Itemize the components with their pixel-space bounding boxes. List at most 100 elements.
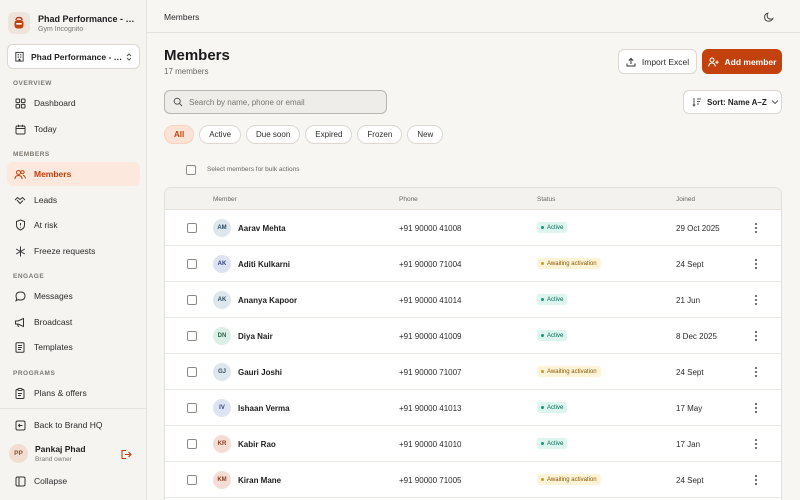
row-checkbox[interactable] <box>187 367 197 377</box>
kettlebell-logo-icon <box>8 12 30 34</box>
filter-chip-due-soon[interactable]: Due soon <box>246 125 301 144</box>
avatar: AK <box>213 291 231 309</box>
sidebar-item-members[interactable]: Members <box>7 162 140 186</box>
table-row[interactable]: IV Ishaan Verma +91 90000 41013 Active 17 Ma… <box>165 390 781 426</box>
snowflake-icon <box>14 245 26 257</box>
bulk-select-checkbox[interactable] <box>186 164 196 175</box>
gym-selector[interactable]: Phad Performance - Kothrud <box>7 44 140 69</box>
brand-header[interactable]: Phad Performance - Kothrud Gym Incognito <box>8 9 142 37</box>
sort-label: Sort: Name A–Z <box>707 97 767 107</box>
more-vertical-icon[interactable] <box>753 222 759 234</box>
user-role: Brand owner <box>35 455 72 463</box>
sidebar-item-dashboard[interactable]: Dashboard <box>7 91 140 115</box>
member-name[interactable]: Ishaan Verma <box>238 404 290 413</box>
calendar-icon <box>14 123 26 135</box>
status-label: Active <box>547 404 564 411</box>
more-vertical-icon[interactable] <box>753 258 759 270</box>
member-name[interactable]: Aditi Kulkarni <box>238 260 290 269</box>
table-row[interactable]: AK Ananya Kapoor +91 90000 41014 Active 21 J… <box>165 282 781 318</box>
grid-icon <box>14 97 26 109</box>
sidebar-item-label: Plans & offers <box>34 388 87 398</box>
member-name[interactable]: Diya Nair <box>238 332 273 341</box>
filter-chip-all[interactable]: All <box>164 125 195 144</box>
status-badge: Awaiting activation <box>537 474 601 485</box>
filter-chip-expired[interactable]: Expired <box>305 125 353 144</box>
sidebar-item-messages[interactable]: Messages <box>7 284 140 308</box>
row-checkbox[interactable] <box>187 439 197 449</box>
table-row[interactable]: AK Aditi Kulkarni +91 90000 71004 Awaiting … <box>165 246 781 282</box>
table-row[interactable]: AM Aarav Mehta +91 90000 41008 Active 29 Oct… <box>165 210 781 246</box>
sidebar-item-plans-offers[interactable]: Plans & offers <box>7 381 140 405</box>
sidebar-item-leads[interactable]: Leads <box>7 188 140 212</box>
status-badge: Active <box>537 402 568 413</box>
more-vertical-icon[interactable] <box>753 330 759 342</box>
member-name[interactable]: Kiran Mane <box>238 476 281 485</box>
logout-icon[interactable] <box>120 447 132 465</box>
sidebar-item-broadcast[interactable]: Broadcast <box>7 310 140 334</box>
sort-icon <box>692 97 702 107</box>
member-name[interactable]: Gauri Joshi <box>238 368 282 377</box>
row-checkbox[interactable] <box>187 223 197 233</box>
sidebar-item-at-risk[interactable]: At risk <box>7 213 140 237</box>
row-checkbox[interactable] <box>187 475 197 485</box>
sidebar-item-freeze-requests[interactable]: Freeze requests <box>7 239 140 263</box>
column-header-phone[interactable]: Phone <box>399 196 418 203</box>
sidebar-item-label: Members <box>34 169 72 179</box>
avatar: KM <box>213 471 231 489</box>
more-vertical-icon[interactable] <box>753 438 759 450</box>
status-badge: Awaiting activation <box>537 258 601 269</box>
back-to-brand-hq[interactable]: Back to Brand HQ <box>7 413 140 437</box>
topbar: Members <box>147 0 800 33</box>
sort-dropdown[interactable]: Sort: Name A–Z <box>683 90 782 114</box>
column-header-joined[interactable]: Joined <box>676 196 695 203</box>
member-joined-date: 8 Dec 2025 <box>676 332 717 341</box>
more-vertical-icon[interactable] <box>753 294 759 306</box>
add-member-button[interactable]: Add member <box>702 49 782 74</box>
import-excel-button[interactable]: Import Excel <box>618 49 697 74</box>
section-engage: ENGAGE <box>13 273 45 280</box>
megaphone-icon <box>14 316 26 328</box>
row-checkbox[interactable] <box>187 403 197 413</box>
member-joined-date: 24 Sept <box>676 260 704 269</box>
clipboard-icon <box>14 387 26 399</box>
sidebar-divider <box>0 408 147 409</box>
sidebar-item-templates[interactable]: Templates <box>7 335 140 359</box>
column-header-member[interactable]: Member <box>213 196 237 203</box>
sidebar-item-label: Leads <box>34 195 58 205</box>
filter-chip-new[interactable]: New <box>407 125 444 144</box>
filter-chip-active[interactable]: Active <box>199 125 242 144</box>
brand-name: Phad Performance - Kothrud <box>38 13 138 24</box>
status-badge: Active <box>537 438 568 449</box>
member-name[interactable]: Aarav Mehta <box>238 224 286 233</box>
table-row[interactable]: GJ Gauri Joshi +91 90000 71007 Awaiting act… <box>165 354 781 390</box>
avatar: DN <box>213 327 231 345</box>
table-row[interactable]: KM Kiran Mane +91 90000 71005 Awaiting acti… <box>165 462 781 498</box>
row-checkbox[interactable] <box>187 259 197 269</box>
more-vertical-icon[interactable] <box>753 474 759 486</box>
search-box[interactable] <box>164 90 387 114</box>
more-vertical-icon[interactable] <box>753 402 759 414</box>
filter-chips: All Active Due soon Expired Frozen New <box>164 125 448 144</box>
table-row[interactable]: KR Kabir Rao +91 90000 41010 Active 17 Jan <box>165 426 781 462</box>
column-header-status[interactable]: Status <box>537 196 555 203</box>
table-row[interactable]: DN Diya Nair +91 90000 41009 Active 8 Dec 20… <box>165 318 781 354</box>
user-profile[interactable]: PP Pankaj Phad Brand owner <box>7 440 140 466</box>
row-checkbox[interactable] <box>187 295 197 305</box>
filter-chip-frozen[interactable]: Frozen <box>357 125 403 144</box>
member-count: 17 members <box>164 67 209 76</box>
collapse-button[interactable]: Collapse <box>7 469 140 493</box>
user-name: Pankaj Phad <box>35 443 86 454</box>
member-joined-date: 17 Jan <box>676 440 701 449</box>
sidebar-item-today[interactable]: Today <box>7 117 140 141</box>
brand-subtitle: Gym Incognito <box>38 25 84 33</box>
moon-icon[interactable] <box>763 10 775 28</box>
row-checkbox[interactable] <box>187 331 197 341</box>
status-label: Awaiting activation <box>547 260 597 267</box>
avatar: GJ <box>213 363 231 381</box>
upload-icon <box>626 57 636 67</box>
search-input[interactable] <box>189 97 379 107</box>
members-table: Member Phone Status Joined AM Aarav Mehta… <box>164 187 782 500</box>
more-vertical-icon[interactable] <box>753 366 759 378</box>
member-name[interactable]: Ananya Kapoor <box>238 296 297 305</box>
member-name[interactable]: Kabir Rao <box>238 440 276 449</box>
